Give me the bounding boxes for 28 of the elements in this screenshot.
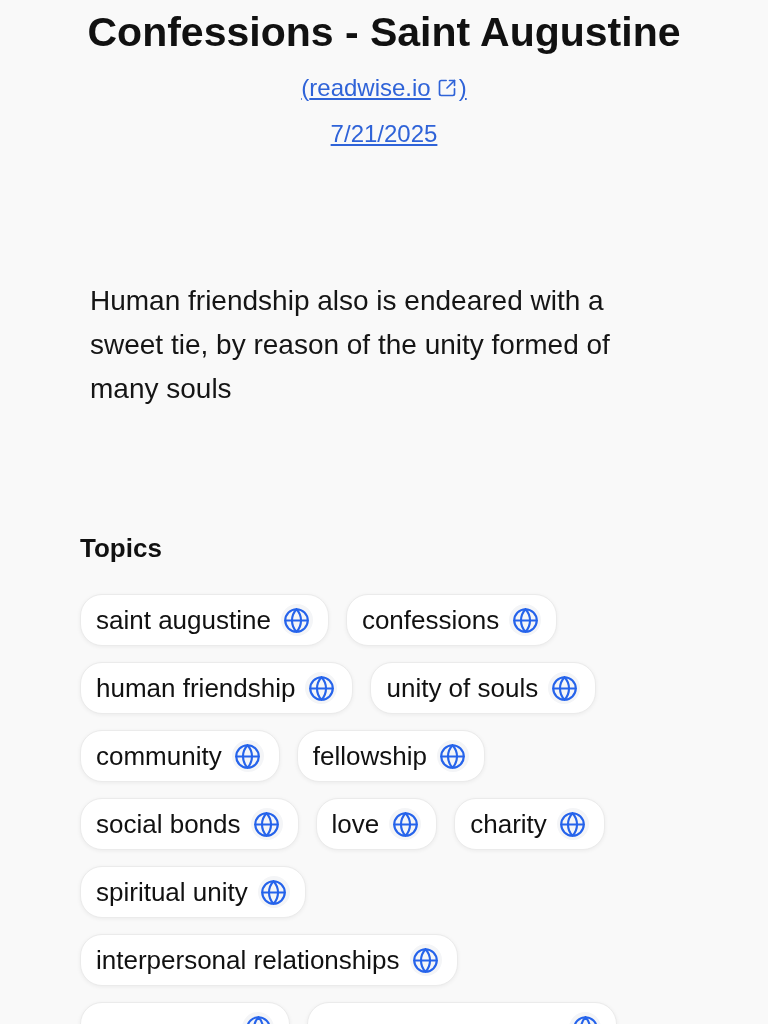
globe-icon[interactable] <box>305 672 338 704</box>
topic-chip[interactable]: community <box>80 730 280 782</box>
section-heading: Topics <box>80 532 163 564</box>
globe-icon[interactable] <box>257 876 290 908</box>
topic-chip[interactable]: charity <box>454 798 605 850</box>
external-link-icon <box>436 78 457 98</box>
globe-icon[interactable] <box>548 672 581 704</box>
topic-chip[interactable]: interpersonal relationships <box>80 934 458 986</box>
source-link[interactable]: (readwise.io ) <box>301 73 467 103</box>
globe-icon[interactable] <box>250 808 283 840</box>
topic-chip[interactable]: unity of souls <box>370 662 597 714</box>
globe-icon[interactable] <box>509 604 542 636</box>
globe-icon[interactable] <box>409 944 442 976</box>
topic-chip[interactable]: human friendship <box>80 662 354 714</box>
highlight-text: Human friendship also is endeared with a sweet tie, by reason of the unity formed of many souls <box>90 284 611 406</box>
topic-chip[interactable]: fellowship <box>296 730 485 782</box>
topic-chip[interactable]: social bonds <box>80 798 299 850</box>
topic-chip[interactable]: saint augustine <box>80 594 329 646</box>
globe-icon[interactable] <box>436 740 469 772</box>
globe-icon[interactable] <box>280 604 313 636</box>
topic-chip[interactable]: confessions <box>345 594 558 646</box>
globe-icon[interactable] <box>231 740 264 772</box>
page-title: Confessions - Saint Augustine <box>87 8 681 56</box>
topic-chip[interactable]: love <box>315 798 438 850</box>
topic-chip[interactable]: spiritual unity <box>80 866 306 918</box>
date-link[interactable]: 7/21/2025 <box>330 119 438 149</box>
globe-icon[interactable] <box>389 808 422 840</box>
globe-icon[interactable] <box>556 808 589 840</box>
